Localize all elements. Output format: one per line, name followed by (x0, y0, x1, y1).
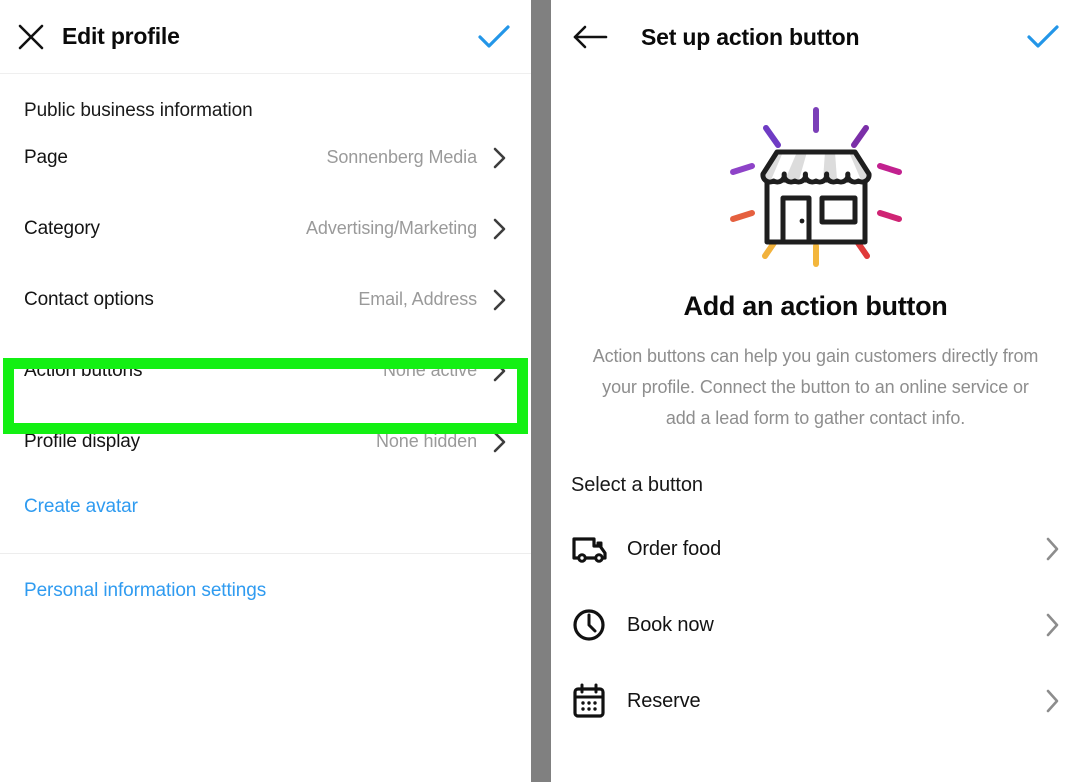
sidebar-item-category[interactable]: Category Advertising/Marketing (0, 193, 531, 264)
chevron-right-icon (493, 147, 507, 169)
row-label: Contact options (24, 288, 154, 310)
storefront-illustration (551, 104, 1080, 269)
option-book-now[interactable]: Book now (551, 587, 1080, 663)
panel-divider (531, 0, 551, 782)
row-value: None hidden (376, 431, 477, 451)
calendar-icon (571, 682, 627, 720)
chevron-right-icon (493, 431, 507, 453)
sidebar-item-page[interactable]: Page Sonnenberg Media (0, 122, 531, 193)
chevron-right-icon (1046, 613, 1060, 637)
create-avatar-link[interactable]: Create avatar (0, 477, 531, 537)
chevron-right-icon (493, 218, 507, 240)
row-value: Sonnenberg Media (326, 147, 477, 167)
sidebar-item-contact-options[interactable]: Contact options Email, Address (0, 264, 531, 335)
edit-profile-panel: Edit profile Public business information… (0, 0, 531, 782)
chevron-right-icon (493, 360, 507, 382)
page-title: Set up action button (641, 23, 860, 50)
set-up-action-button-panel: Set up action button Add an action butto… (551, 0, 1080, 782)
option-label: Reserve (627, 689, 701, 712)
sidebar-item-profile-display[interactable]: Profile display None hidden (0, 406, 531, 477)
option-order-food[interactable]: Order food (551, 511, 1080, 587)
clock-icon (571, 607, 627, 643)
personal-information-settings-link[interactable]: Personal information settings (0, 554, 531, 628)
screenshot-root: Edit profile Public business information… (0, 0, 1080, 782)
link-label: Personal information settings (24, 580, 267, 601)
row-value: None active (383, 360, 477, 380)
arrow-left-icon[interactable] (551, 24, 631, 50)
edit-profile-header: Edit profile (0, 0, 531, 74)
hero-description: Action buttons can help you gain custome… (592, 346, 1039, 428)
checkmark-icon[interactable] (457, 22, 531, 52)
hero-title: Add an action button (683, 291, 948, 321)
option-label: Book now (627, 613, 714, 636)
row-label: Action buttons (24, 359, 143, 381)
option-label: Order food (627, 537, 722, 560)
public-business-information-heading: Public business information (24, 100, 253, 121)
chevron-right-icon (1046, 537, 1060, 561)
checkmark-icon[interactable] (1006, 22, 1080, 52)
option-reserve[interactable]: Reserve (551, 663, 1080, 739)
row-label: Page (24, 146, 68, 168)
chevron-right-icon (1046, 689, 1060, 713)
delivery-truck-icon (571, 533, 627, 565)
row-label: Profile display (24, 430, 141, 452)
row-label: Category (24, 217, 100, 239)
page-title: Edit profile (62, 23, 180, 49)
hero-section: Add an action button Action buttons can … (551, 74, 1080, 434)
select-a-button-heading: Select a button (571, 474, 703, 496)
sidebar-item-action-buttons[interactable]: Action buttons None active (0, 335, 531, 406)
set-up-action-button-header: Set up action button (551, 0, 1080, 74)
link-label: Create avatar (24, 496, 138, 517)
row-value: Advertising/Marketing (306, 218, 477, 238)
chevron-right-icon (493, 289, 507, 311)
close-icon[interactable] (0, 22, 62, 52)
row-value: Email, Address (358, 289, 477, 309)
